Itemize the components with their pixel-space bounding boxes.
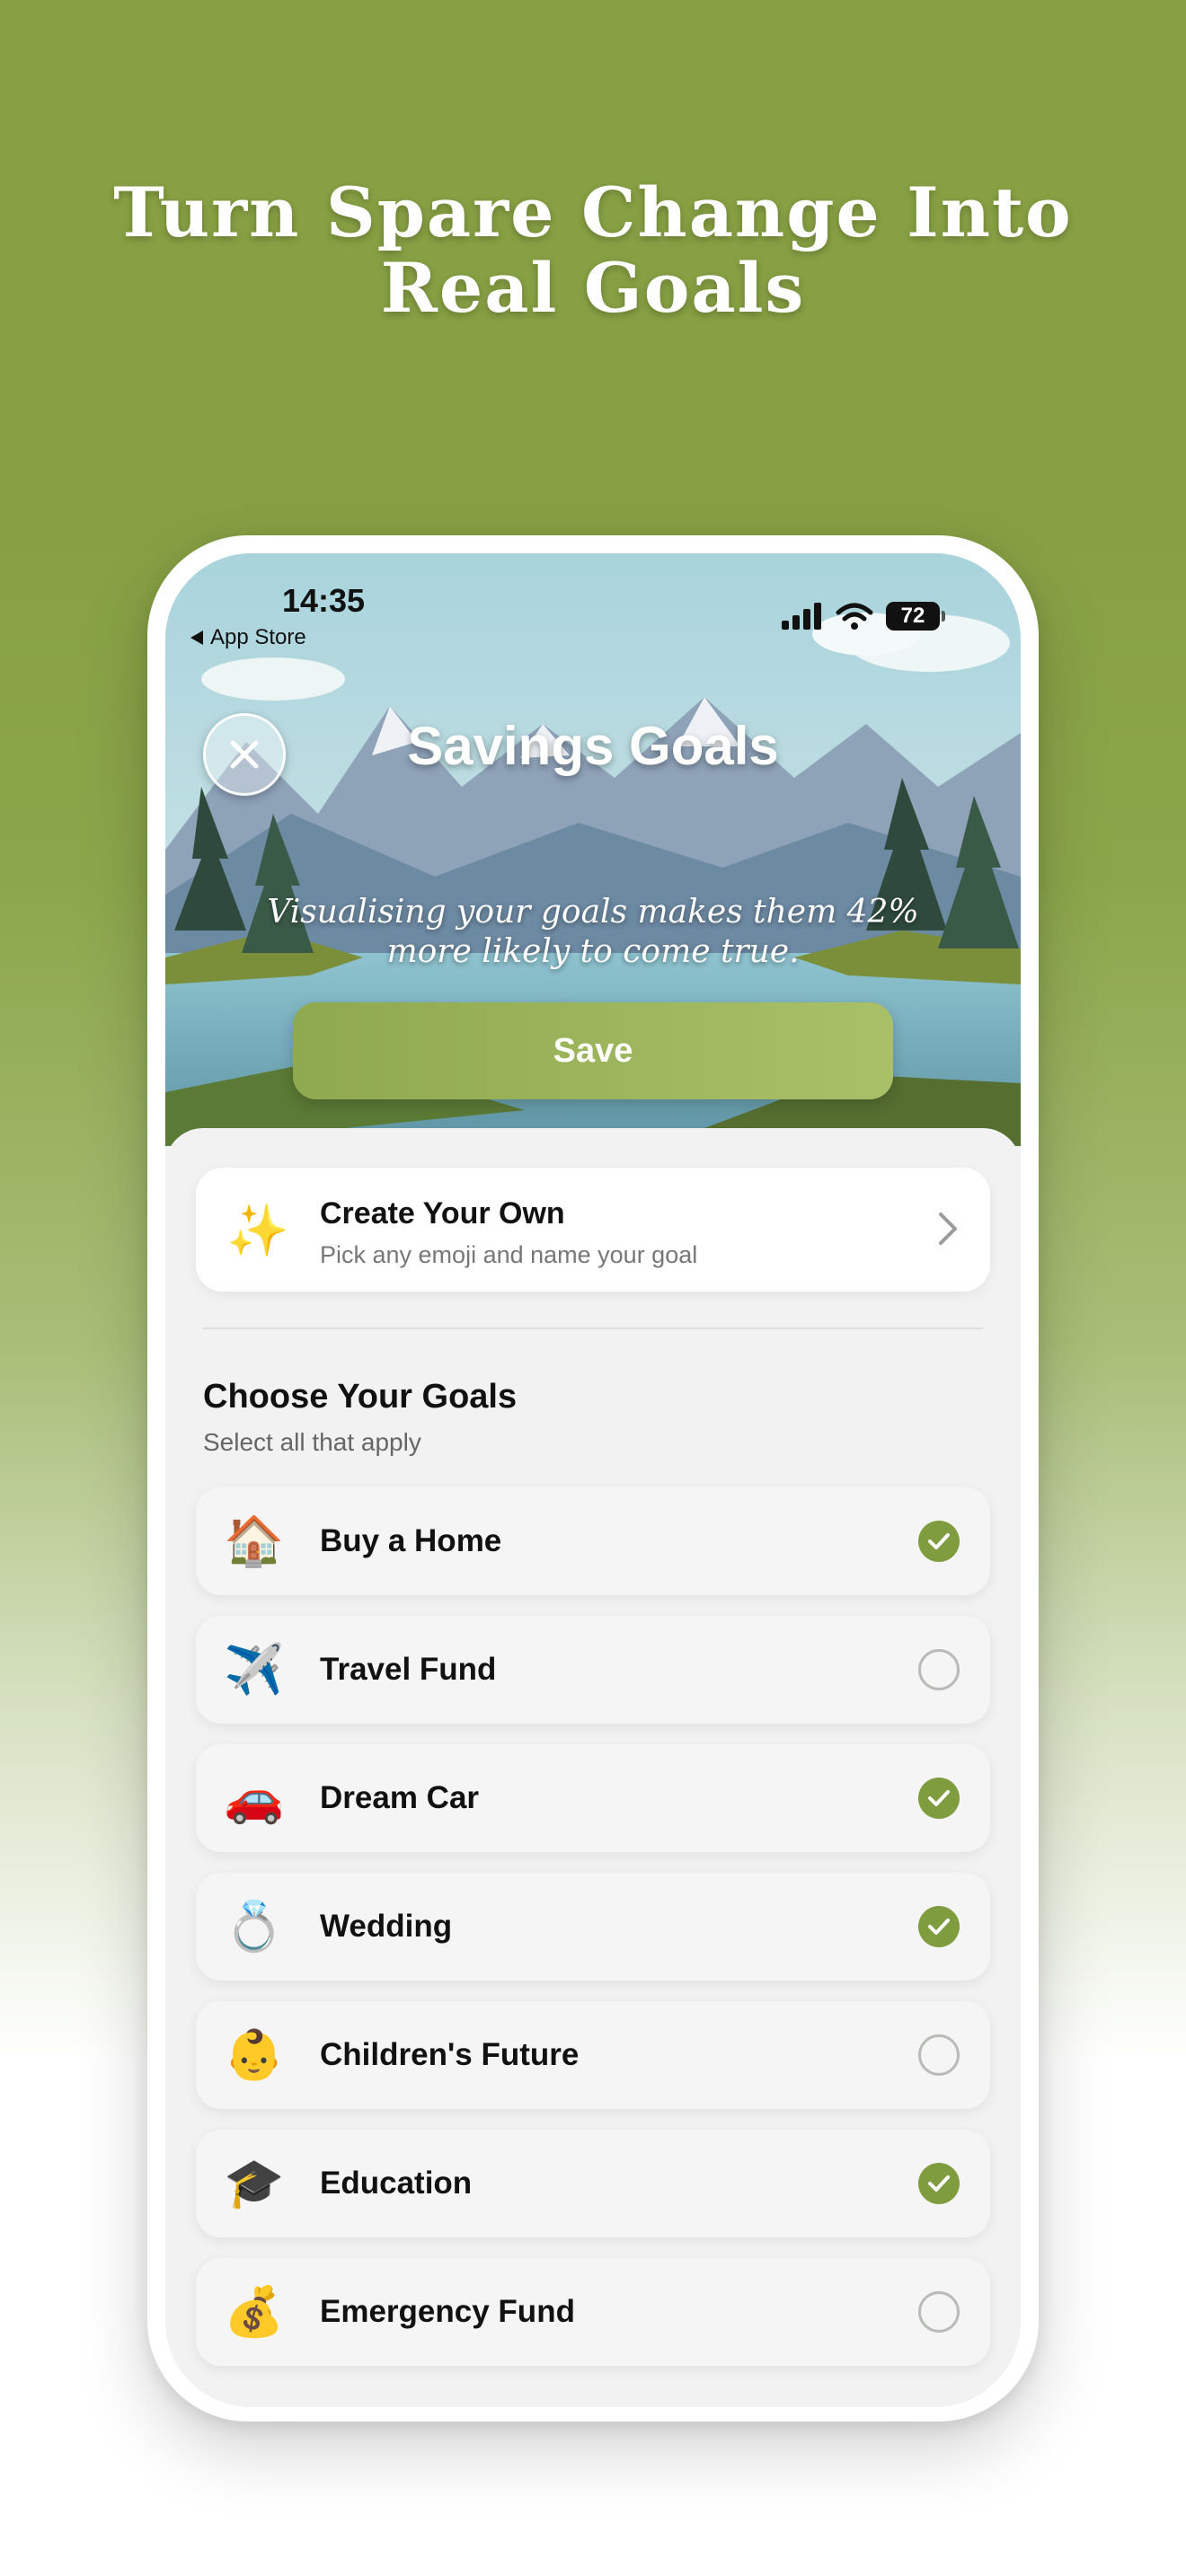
goal-item-education[interactable]: 🎓 Education (196, 2130, 990, 2237)
goal-label: Emergency Fund (320, 2294, 575, 2329)
goals-sheet: ✨ Create Your Own Pick any emoji and nam… (165, 1128, 1021, 2407)
status-time: 14:35 (282, 582, 366, 619)
headline: Turn Spare Change Into Real Goals (113, 172, 1073, 328)
create-card-subtitle: Pick any emoji and name your goal (320, 1241, 698, 1268)
section-subtitle: Select all that apply (203, 1428, 421, 1456)
goal-label: Travel Fund (320, 1652, 497, 1687)
section-title: Choose Your Goals (203, 1378, 518, 1416)
goal-label: Education (320, 2166, 473, 2201)
back-to-app-store[interactable]: App Store (189, 625, 306, 650)
checkbox-unchecked[interactable] (918, 2034, 960, 2076)
goal-item-wedding[interactable]: 💍 Wedding (196, 1873, 990, 1981)
goal-item-emergency-fund[interactable]: 💰 Emergency Fund (196, 2258, 990, 2366)
chevron-right-icon (939, 1213, 957, 1245)
goal-label: Wedding (320, 1909, 453, 1944)
save-button[interactable]: Save (293, 1002, 893, 1099)
cellular-signal-icon (782, 603, 821, 630)
checkmark-icon (928, 1790, 950, 1806)
goal-item-dream-car[interactable]: 🚗 Dream Car (196, 1744, 990, 1852)
checkmark-icon (928, 1533, 950, 1549)
goal-item-childrens-future[interactable]: 👶 Children's Future (196, 2001, 990, 2109)
checkbox-checked[interactable] (918, 1521, 960, 1562)
create-your-own-card[interactable]: ✨ Create Your Own Pick any emoji and nam… (196, 1168, 990, 1292)
goal-label: Children's Future (320, 2037, 580, 2072)
checkbox-checked[interactable] (918, 1906, 960, 1947)
battery-icon: 72 (886, 602, 945, 631)
status-icons: 72 (782, 602, 945, 631)
back-triangle-icon (190, 631, 203, 645)
money-bag-icon: 💰 (224, 2285, 285, 2339)
checkmark-icon (928, 2175, 950, 2192)
sparkles-icon: ✨ (226, 1202, 289, 1258)
graduation-cap-icon: 🎓 (224, 2157, 285, 2210)
car-icon: 🚗 (224, 1771, 285, 1825)
goal-item-travel-fund[interactable]: ✈️ Travel Fund (196, 1616, 990, 1724)
page-title: Savings Goals (407, 716, 779, 776)
goal-item-buy-a-home[interactable]: 🏠 Buy a Home (196, 1487, 990, 1595)
divider (203, 1328, 983, 1329)
goal-label: Buy a Home (320, 1523, 502, 1558)
checkbox-checked[interactable] (918, 2163, 960, 2204)
wifi-icon (836, 603, 873, 630)
goal-list: 🏠 Buy a Home ✈️ Travel Fund 🚗 Dream Car … (196, 1487, 990, 2386)
checkbox-unchecked[interactable] (918, 1649, 960, 1690)
ring-icon: 💍 (224, 1900, 285, 1954)
goal-label: Dream Car (320, 1780, 480, 1815)
phone-screen: 14:35 App Store 72 Savings Goals Visuali… (165, 553, 1021, 2407)
checkbox-checked[interactable] (918, 1778, 960, 1819)
baby-icon: 👶 (224, 2028, 285, 2082)
checkbox-unchecked[interactable] (918, 2291, 960, 2333)
airplane-icon: ✈️ (224, 1643, 285, 1697)
hero-subtitle: Visualising your goals makes them 42% mo… (267, 894, 919, 970)
checkmark-icon (928, 1919, 950, 1935)
create-card-title: Create Your Own (320, 1196, 565, 1231)
back-label: App Store (210, 625, 306, 649)
house-icon: 🏠 (224, 1514, 285, 1568)
